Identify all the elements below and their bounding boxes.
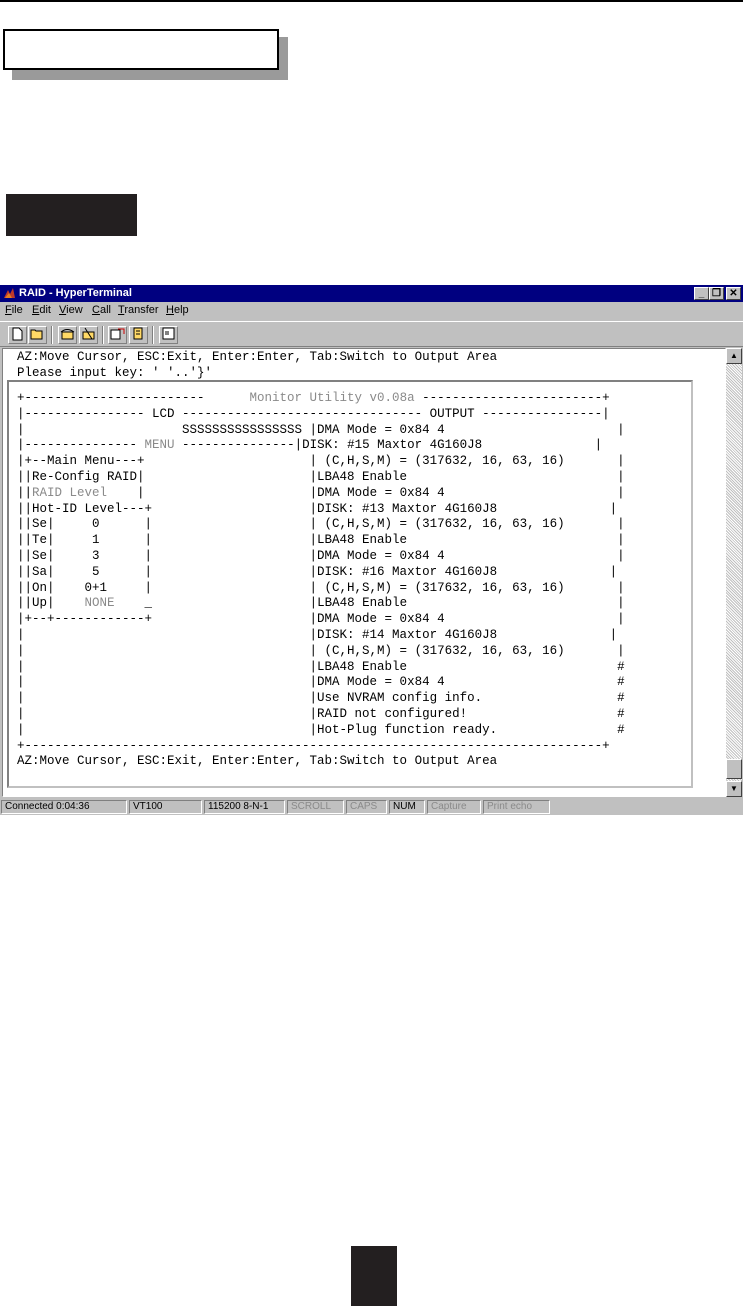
header-border-left: +------------------------ bbox=[17, 391, 205, 405]
raid-option-3[interactable]: ||Se| 3 | |DMA Mode = 0x84 4 | bbox=[17, 549, 625, 565]
open-icon[interactable] bbox=[28, 326, 47, 344]
phone-icon[interactable] bbox=[58, 326, 77, 344]
header-border-right: ------------------------+ bbox=[422, 391, 610, 405]
screen-row: |+--+------------+ |DMA Mode = 0x84 4 | bbox=[17, 612, 625, 627]
menu-transfer[interactable]: Transfer bbox=[118, 304, 159, 316]
page-number-box bbox=[351, 1246, 397, 1306]
help-line: AZ:Move Cursor, ESC:Exit, Enter:Enter, T… bbox=[17, 350, 498, 364]
status-bar: Connected 0:04:36 VT100 115200 8-N-1 SCR… bbox=[0, 799, 743, 815]
menu-border-left: |--------------- bbox=[17, 438, 145, 453]
close-button[interactable]: ✕ bbox=[726, 287, 741, 300]
status-num: NUM bbox=[389, 800, 425, 814]
receive-icon[interactable] bbox=[129, 326, 148, 344]
terminal-area[interactable]: AZ:Move Cursor, ESC:Exit, Enter:Enter, T… bbox=[2, 348, 726, 797]
screen-row: | |RAID not configured! # bbox=[17, 706, 625, 721]
menu-file[interactable]: File bbox=[5, 304, 23, 316]
menu-border-right: ---------------|DISK: #15 Maxtor 4G160J8… bbox=[174, 438, 603, 453]
menu-item-raid-level[interactable]: ||RAID Level | |DMA Mode = 0x84 4 | bbox=[17, 486, 625, 502]
menu-label: MENU bbox=[144, 438, 175, 453]
send-icon[interactable] bbox=[108, 326, 127, 344]
menu-help[interactable]: Help bbox=[166, 304, 189, 316]
restore-button[interactable]: ❐ bbox=[709, 287, 724, 300]
none-value: NONE bbox=[84, 596, 115, 611]
lcd-value-row: | SSSSSSSSSSSSSSSS |DMA Mode = 0x84 4 | bbox=[17, 422, 625, 437]
raid-option-none[interactable]: ||Up| NONE _ |LBA48 Enable | bbox=[17, 596, 625, 612]
scroll-thumb[interactable] bbox=[726, 759, 742, 779]
screen-footer-border: +---------------------------------------… bbox=[17, 738, 610, 753]
screen-help-line: AZ:Move Cursor, ESC:Exit, Enter:Enter, T… bbox=[17, 754, 498, 769]
title-bar: RAID - HyperTerminal _ ❐ ✕ bbox=[0, 285, 743, 302]
screen-row: | | (C,H,S,M) = (317632, 16, 63, 16) | bbox=[17, 643, 625, 658]
menu-item-reconfig-raid[interactable]: ||Re-Config RAID| |LBA48 Enable | bbox=[17, 470, 625, 486]
menu-bar: File Edit View Call Transfer Help bbox=[0, 303, 743, 319]
scroll-down-icon[interactable]: ▼ bbox=[726, 781, 742, 797]
toolbar bbox=[0, 321, 743, 347]
raid-level-border: || bbox=[17, 485, 33, 500]
toolbar-separator bbox=[102, 326, 104, 344]
properties-icon[interactable] bbox=[159, 326, 178, 344]
disconnect-icon[interactable] bbox=[79, 326, 98, 344]
raid-option-0-1[interactable]: ||On| 0+1 | | (C,H,S,M) = (317632, 16, 6… bbox=[17, 581, 625, 597]
raid-level-label: RAID Level bbox=[32, 485, 108, 500]
screen-row: | |DISK: #14 Maxtor 4G160J8 | bbox=[17, 627, 618, 642]
top-rule bbox=[0, 0, 743, 2]
raid-option-1[interactable]: ||Te| 1 | |LBA48 Enable | bbox=[17, 533, 625, 549]
none-row-border: ||Up| bbox=[17, 596, 85, 611]
new-icon[interactable] bbox=[8, 326, 27, 344]
screen-header: +------------------------ Monitor Utilit… bbox=[17, 391, 625, 407]
status-capture: Capture bbox=[427, 800, 481, 814]
hyperterminal-window: RAID - HyperTerminal _ ❐ ✕ File Edit Vie… bbox=[0, 285, 743, 815]
toolbar-separator bbox=[51, 326, 53, 344]
scroll-up-icon[interactable]: ▲ bbox=[726, 348, 742, 364]
raid-level-rest: | |DMA Mode = 0x84 4 | bbox=[107, 485, 625, 500]
status-scroll: SCROLL bbox=[287, 800, 344, 814]
toolbar-separator bbox=[152, 326, 154, 344]
status-emulation: VT100 bbox=[129, 800, 202, 814]
screen-row: | |Use NVRAM config info. # bbox=[17, 691, 625, 706]
terminal-header-lines: AZ:Move Cursor, ESC:Exit, Enter:Enter, T… bbox=[17, 350, 497, 382]
monitor-utility-screen: +------------------------ Monitor Utilit… bbox=[17, 391, 625, 770]
screen-row: | |LBA48 Enable # bbox=[17, 659, 625, 674]
menu-item-hot-id-level[interactable]: ||Hot-ID Level---+ |DISK: #13 Maxtor 4G1… bbox=[17, 502, 625, 518]
screen-row: | |DMA Mode = 0x84 4 # bbox=[17, 675, 625, 690]
utility-title: Monitor Utility v0.08a bbox=[204, 391, 423, 405]
status-connected: Connected 0:04:36 bbox=[1, 800, 127, 814]
menu-view[interactable]: View bbox=[59, 304, 83, 316]
vertical-scrollbar[interactable]: ▲ ▼ bbox=[726, 348, 742, 797]
screen-row: | |Hot-Plug function ready. # bbox=[17, 722, 625, 737]
lcd-output-header: |---------------- LCD ------------------… bbox=[17, 406, 610, 421]
black-label-box bbox=[6, 194, 137, 236]
window-title: RAID - HyperTerminal bbox=[19, 287, 132, 299]
menu-edit[interactable]: Edit bbox=[32, 304, 51, 316]
status-print-echo: Print echo bbox=[483, 800, 550, 814]
title-box bbox=[3, 29, 279, 70]
screen-row: |+--Main Menu---+ | (C,H,S,M) = (317632,… bbox=[17, 454, 625, 469]
raid-option-5[interactable]: ||Sa| 5 | |DISK: #16 Maxtor 4G160J8 | bbox=[17, 565, 625, 581]
minimize-button[interactable]: _ bbox=[694, 287, 709, 300]
none-row-rest: _ |LBA48 Enable | bbox=[114, 596, 625, 611]
raid-option-0[interactable]: ||Se| 0 | | (C,H,S,M) = (317632, 16, 63,… bbox=[17, 517, 625, 533]
hyperterminal-icon bbox=[4, 288, 15, 298]
menu-call[interactable]: Call bbox=[92, 304, 111, 316]
status-port: 115200 8-N-1 bbox=[204, 800, 285, 814]
status-caps: CAPS bbox=[346, 800, 387, 814]
menu-header-row: |--------------- MENU ---------------|DI… bbox=[17, 438, 625, 454]
